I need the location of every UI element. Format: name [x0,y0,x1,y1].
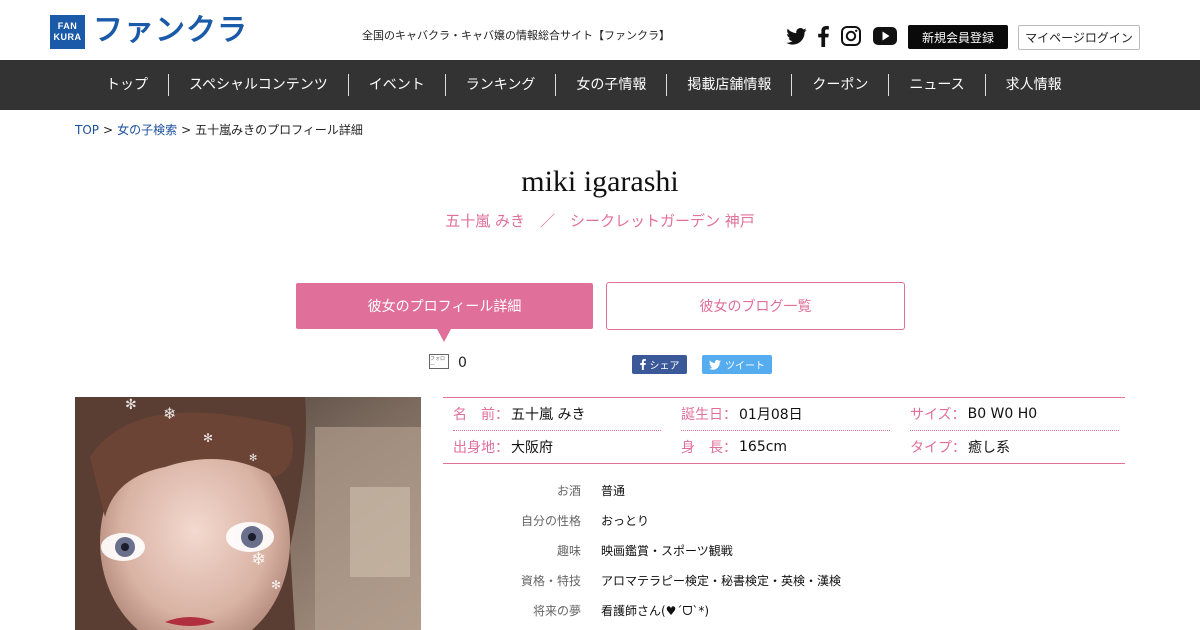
breadcrumb-separator: > [181,123,192,137]
detail-value: 普通 [601,484,626,498]
detail-label: お酒 [556,484,581,498]
profile-photo-image: ✻ ❄ ✻ ❄ ✻ ✻ [75,397,421,630]
profile-name-en: miki igarashi [521,165,679,198]
size-cell: サイズ： B0 W0 H0 [910,403,1037,425]
size-label: サイズ： [910,407,966,423]
profile-photo[interactable]: ✻ ❄ ✻ ❄ ✻ ✻ [75,397,421,630]
tab-blog-list[interactable]: 彼女のブログ一覧 [606,282,905,330]
detail-value: 看護師さん(♥´ᗜ`*) [601,604,710,618]
type-cell: タイプ： 癒し系 [910,436,1010,458]
svg-text:✻: ✻ [271,578,281,592]
detail-value: 映画鑑賞・スポーツ観戦 [601,544,733,558]
detail-label: 資格・特技 [520,574,581,588]
detail-label: 自分の性格 [520,514,581,528]
nav-item-jobs[interactable]: 求人情報 [986,74,1082,96]
breadcrumb-top-link[interactable]: TOP [75,123,99,137]
profile-table: 名 前： 五十嵐 みき 誕生日： 01月08日 サイズ： B0 W0 H0 出身… [443,397,1125,464]
divider [453,430,661,431]
nav-item-girls[interactable]: 女の子情報 [556,74,668,96]
hometown-value: 大阪府 [511,440,553,456]
svg-text:✻: ✻ [125,397,137,413]
height-label: 身 長： [681,440,737,456]
youtube-icon[interactable] [872,24,897,48]
nav-item-coupon[interactable]: クーポン [792,74,890,96]
svg-text:❄: ❄ [163,404,176,423]
detail-label: 将来の夢 [532,604,581,618]
birthday-value: 01月08日 [739,407,803,423]
breadcrumb-search-link[interactable]: 女の子検索 [117,123,177,137]
twitter-share-label: ツイート [725,361,765,372]
size-value: B0 W0 H0 [967,406,1038,422]
login-button[interactable]: マイページログイン [1018,25,1140,50]
register-button[interactable]: 新規会員登録 [908,25,1008,49]
main-nav: トップ スペシャルコンテンツ イベント ランキング 女の子情報 掲載店舗情報 ク… [0,60,1200,110]
site-tagline: 全国のキャバクラ・キャバ嬢の情報総合サイト【ファンクラ】 [362,29,670,42]
detail-value: アロマテラピー検定・秘書検定・英検・漢検 [601,574,842,588]
profile-subtitle: 五十嵐 みき ／ シークレットガーデン 神戸 [445,212,755,230]
facebook-share-button[interactable]: シェア [632,355,687,374]
hometown-cell: 出身地： 大阪府 [453,436,553,458]
breadcrumb-current: 五十嵐みきのプロフィール詳細 [195,123,363,137]
breadcrumb: TOP > 女の子検索 > 五十嵐みきのプロフィール詳細 [75,121,363,138]
name-cell: 名 前： 五十嵐 みき [453,403,585,425]
twitter-share-button[interactable]: ツイート [702,355,772,374]
type-label: タイプ： [910,440,966,456]
detail-row-alcohol: お酒 普通 [443,482,1125,502]
height-cell: 身 長： 165cm [681,436,787,458]
name-label: 名 前： [453,407,509,423]
divider [681,430,890,431]
detail-row-dream: 将来の夢 看護師さん(♥´ᗜ`*) [443,602,1125,622]
nav-item-ranking[interactable]: ランキング [446,74,557,96]
facebook-icon[interactable] [815,24,831,48]
nav-item-special[interactable]: スペシャルコンテンツ [169,74,349,96]
detail-label: 趣味 [556,544,581,558]
breadcrumb-separator: > [103,123,114,137]
facebook-share-label: シェア [649,361,680,372]
birthday-cell: 誕生日： 01月08日 [681,403,803,425]
logo-wordmark[interactable]: ファンクラ [93,13,248,49]
type-value: 癒し系 [968,440,1010,456]
svg-text:❄: ❄ [251,549,266,570]
facebook-icon [639,359,646,370]
tab-profile-detail[interactable]: 彼女のプロフィール詳細 [296,283,593,329]
birthday-label: 誕生日： [681,407,737,423]
nav-item-shops[interactable]: 掲載店舗情報 [667,74,793,96]
twitter-icon[interactable] [785,24,807,48]
svg-text:✻: ✻ [249,453,257,464]
follow-count: 0 [458,355,467,371]
active-tab-arrow [437,329,451,342]
name-value: 五十嵐 みき [511,407,586,423]
divider [910,430,1119,431]
logo-mark[interactable]: FAN KURA [50,15,85,49]
nav-item-news[interactable]: ニュース [889,74,986,96]
site-header: FAN KURA ファンクラ 全国のキャバクラ・キャバ嬢の情報総合サイト【ファン… [0,0,1200,60]
detail-row-personality: 自分の性格 おっとり [443,512,1125,532]
svg-text:✻: ✻ [203,431,213,445]
instagram-icon[interactable] [840,24,862,48]
nav-item-top[interactable]: トップ [86,74,169,96]
twitter-icon [709,359,721,370]
nav-item-event[interactable]: イベント [349,74,446,96]
height-value: 165cm [739,439,788,455]
hometown-label: 出身地： [453,440,509,456]
detail-row-skills: 資格・特技 アロマテラピー検定・秘書検定・英検・漢検 [443,572,1125,592]
follow-icon[interactable]: フォロー [429,354,449,369]
detail-row-hobby: 趣味 映画鑑賞・スポーツ観戦 [443,542,1125,562]
detail-value: おっとり [601,514,650,528]
